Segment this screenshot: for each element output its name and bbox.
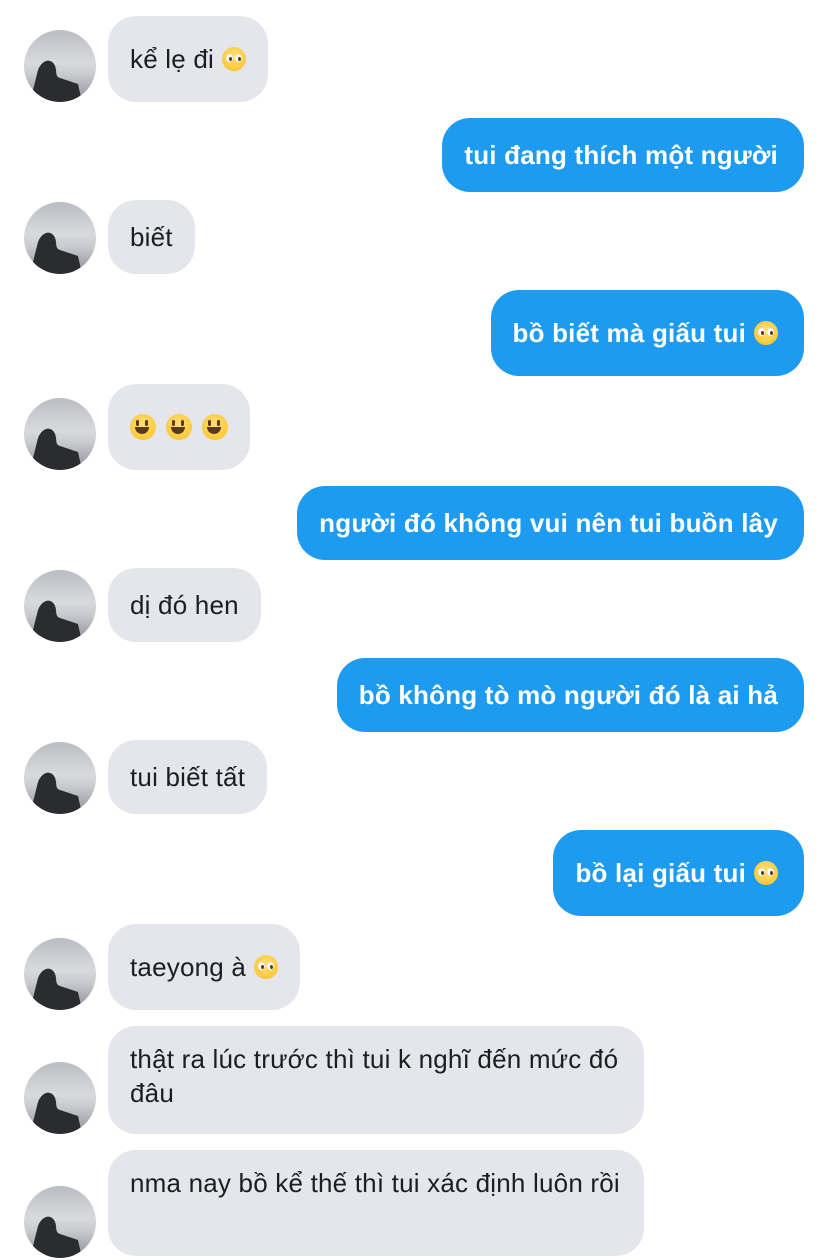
smiley-icon [130, 414, 156, 440]
message-text: tui đang thích một người [464, 140, 778, 170]
message-bubble-outgoing[interactable]: bồ lại giấu tui [553, 830, 804, 916]
message-text: nma nay bồ kể thế thì tui xác định luôn … [130, 1168, 620, 1198]
message-text: kể lẹ đi [130, 44, 214, 74]
message-text: biết [130, 222, 173, 252]
avatar[interactable] [24, 202, 96, 274]
message-text: người đó không vui nên tui buồn lây [319, 508, 778, 538]
message-text: thật ra lúc trước thì tui k nghĩ đến mức… [130, 1044, 619, 1108]
message-bubble-incoming[interactable]: biết [108, 200, 195, 274]
pleading-face-icon [754, 321, 778, 345]
avatar[interactable] [24, 742, 96, 814]
message-text: bồ không tò mò người đó là ai hả [358, 680, 778, 710]
smiley-icon [166, 414, 192, 440]
message-bubble-outgoing[interactable]: bồ không tò mò người đó là ai hả [336, 658, 804, 732]
avatar[interactable] [24, 938, 96, 1010]
message-bubble-incoming[interactable]: kể lẹ đi [108, 16, 268, 102]
message-bubble-outgoing[interactable]: người đó không vui nên tui buồn lây [297, 486, 804, 560]
avatar[interactable] [24, 1062, 96, 1134]
avatar[interactable] [24, 1186, 96, 1258]
pleading-face-icon [221, 47, 246, 71]
message-bubble-outgoing[interactable]: bồ biết mà giấu tui [490, 290, 804, 376]
message-bubble-incoming[interactable]: thật ra lúc trước thì tui k nghĩ đến mức… [108, 1026, 644, 1134]
pleading-face-icon [754, 861, 778, 885]
message-bubble-incoming[interactable]: taeyong à [108, 924, 301, 1010]
message-bubble-incoming[interactable]: tui biết tất [108, 740, 268, 814]
chat-thread: kể lẹ đi tui đang thích một người biết b… [0, 0, 828, 1260]
avatar[interactable] [24, 30, 96, 102]
message-bubble-incoming[interactable]: nma nay bồ kể thế thì tui xác định luôn … [108, 1150, 644, 1256]
message-text: bồ biết mà giấu tui [512, 318, 746, 348]
message-text: dị đó hen [130, 590, 239, 620]
message-text: bồ lại giấu tui [575, 858, 746, 888]
pleading-face-icon [254, 955, 279, 979]
avatar[interactable] [24, 398, 96, 470]
message-bubble-incoming[interactable] [108, 384, 250, 470]
avatar[interactable] [24, 570, 96, 642]
message-bubble-outgoing[interactable]: tui đang thích một người [442, 118, 804, 192]
message-text: taeyong à [130, 952, 247, 982]
message-bubble-incoming[interactable]: dị đó hen [108, 568, 261, 642]
smiley-icon [202, 414, 228, 440]
message-text: tui biết tất [130, 762, 246, 792]
